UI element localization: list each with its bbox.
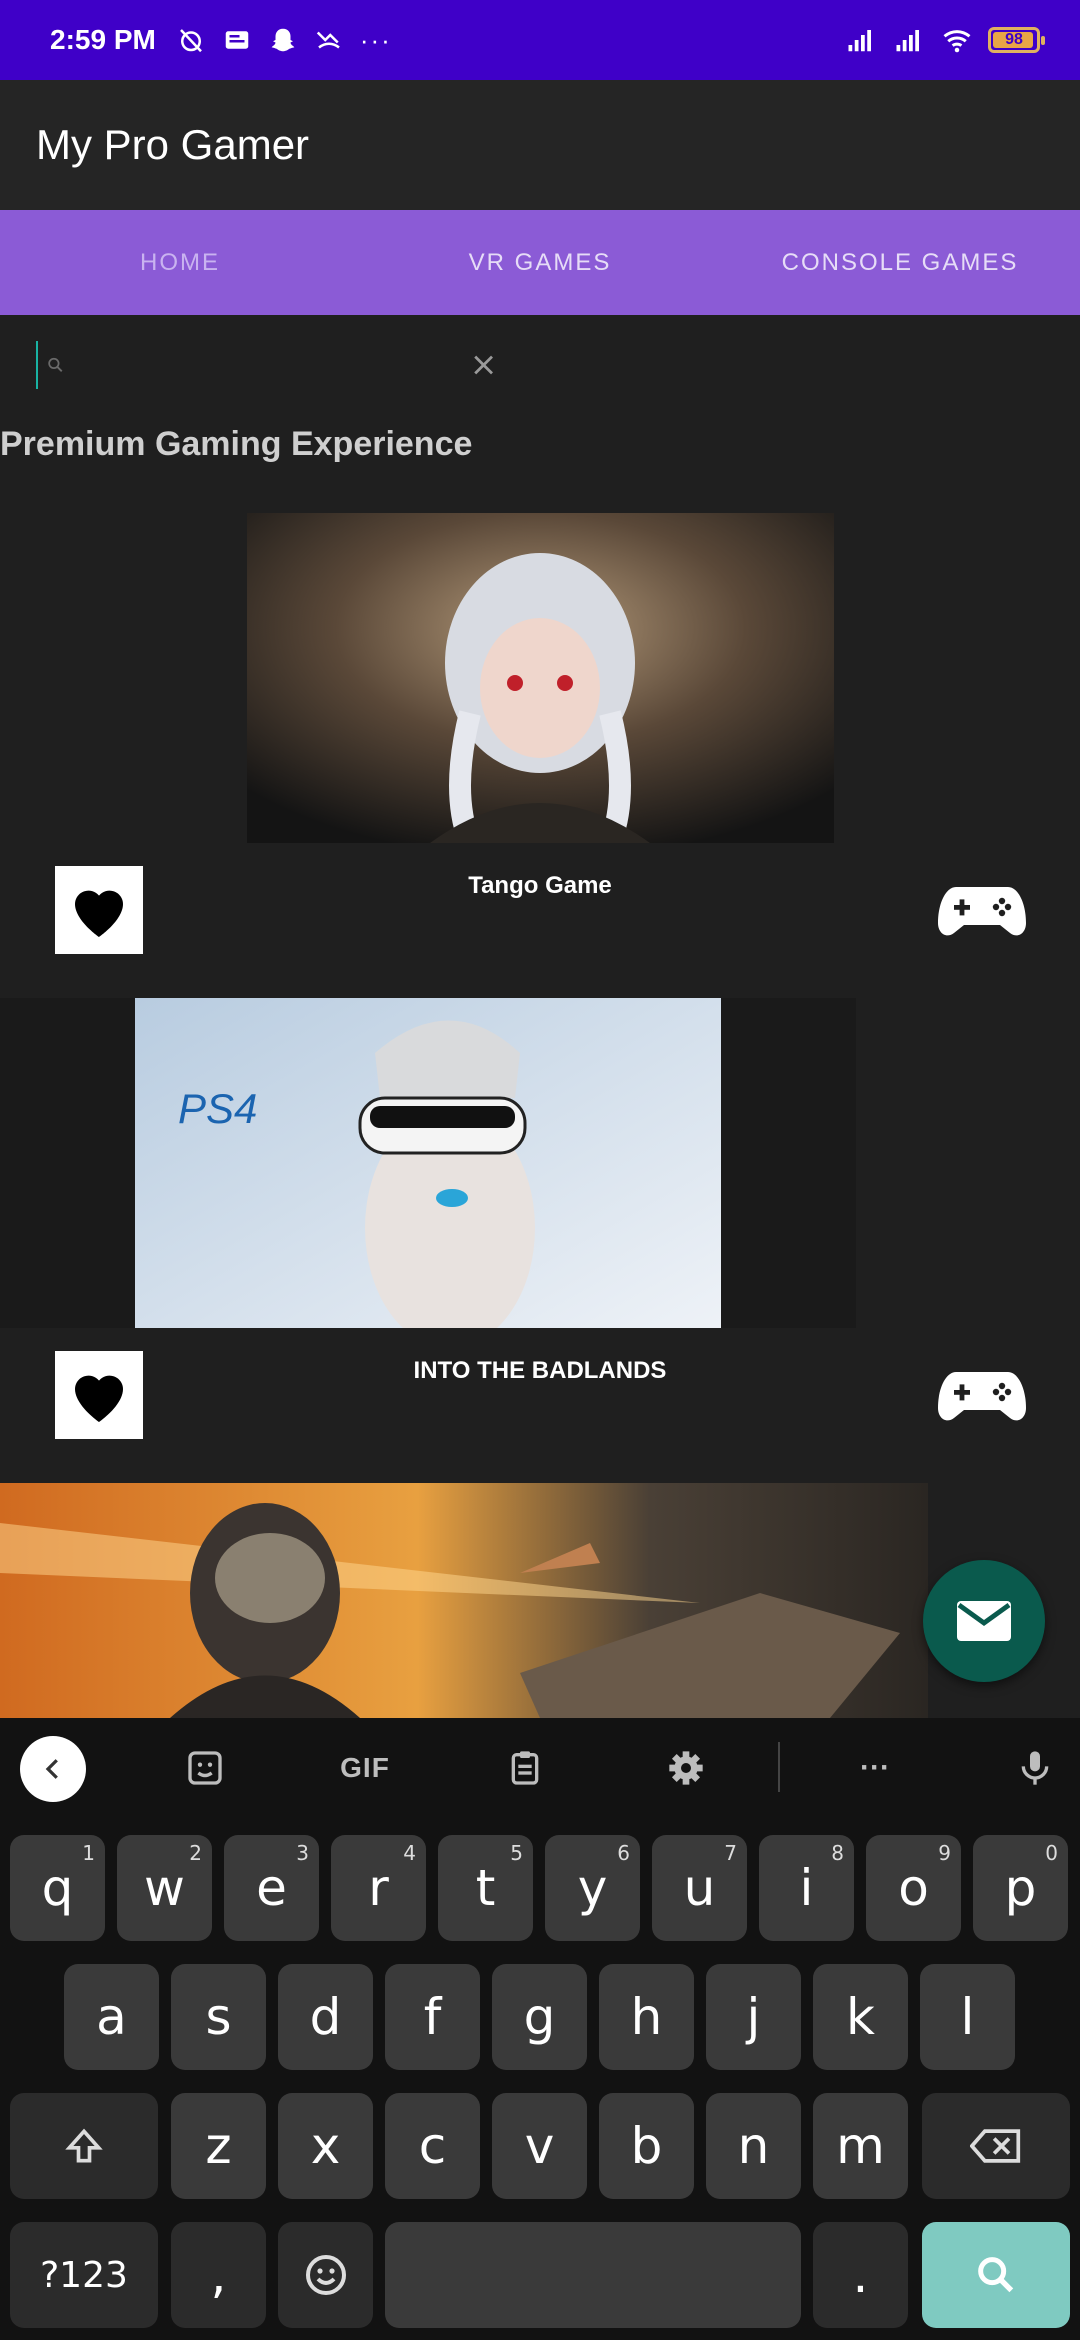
key-v[interactable]: v bbox=[492, 2093, 587, 2199]
space-key[interactable] bbox=[385, 2222, 801, 2328]
signal-icon bbox=[848, 30, 871, 52]
gear-icon bbox=[669, 1751, 703, 1785]
key-l[interactable]: l bbox=[920, 1964, 1015, 2070]
game-image-space[interactable] bbox=[0, 1483, 928, 1718]
key-e[interactable]: e3 bbox=[224, 1835, 319, 1941]
sticker-icon bbox=[188, 1751, 222, 1785]
tab-bar: HOME VR GAMES CONSOLE GAMES bbox=[0, 210, 1080, 315]
key-k[interactable]: k bbox=[813, 1964, 908, 2070]
game-card-tango: Tango Game bbox=[0, 850, 1080, 1000]
voice-input-button[interactable] bbox=[1015, 1748, 1055, 1788]
key-r[interactable]: r4 bbox=[331, 1835, 426, 1941]
more-options-button[interactable]: ··· bbox=[850, 1748, 900, 1788]
backspace-icon bbox=[970, 2129, 1021, 2163]
clipboard-icon bbox=[511, 1751, 539, 1785]
gif-label: GIF bbox=[340, 1752, 390, 1783]
game-title: INTO THE BADLANDS bbox=[413, 1357, 667, 1384]
game-image-badlands[interactable]: PS4 bbox=[0, 998, 1080, 1328]
emoji-icon bbox=[305, 2255, 346, 2295]
shift-icon bbox=[65, 2128, 103, 2163]
chevron-left-icon bbox=[45, 1759, 58, 1779]
search-bar bbox=[36, 335, 496, 395]
app-screen: 2:59 PM ··· 98 My Pro Gamer HOME VR GAME… bbox=[0, 0, 1080, 2340]
comma-key[interactable]: , bbox=[171, 2222, 266, 2328]
key-j[interactable]: j bbox=[706, 1964, 801, 2070]
key-t[interactable]: t5 bbox=[438, 1835, 533, 1941]
key-x[interactable]: x bbox=[278, 2093, 373, 2199]
key-g[interactable]: g bbox=[492, 1964, 587, 2070]
key-q[interactable]: q1 bbox=[10, 1835, 105, 1941]
search-icon bbox=[978, 2257, 1014, 2293]
key-i[interactable]: i8 bbox=[759, 1835, 854, 1941]
game-image-tango[interactable] bbox=[0, 513, 1080, 843]
search-input[interactable] bbox=[70, 348, 457, 382]
app-title: My Pro Gamer bbox=[36, 121, 310, 168]
key-h[interactable]: h bbox=[599, 1964, 694, 2070]
more-notifications: ··· bbox=[359, 24, 392, 55]
settings-button[interactable] bbox=[666, 1748, 706, 1788]
section-title: Premium Gaming Experience bbox=[0, 425, 473, 463]
key-z[interactable]: z bbox=[171, 2093, 266, 2199]
key-u[interactable]: u7 bbox=[652, 1835, 747, 1941]
keyboard-back-button[interactable] bbox=[20, 1736, 86, 1802]
gamepad-icon[interactable] bbox=[936, 880, 1028, 942]
tab-console-games[interactable]: CONSOLE GAMES bbox=[720, 210, 1080, 315]
status-bar: 2:59 PM ··· 98 bbox=[0, 0, 1080, 80]
mail-fab-button[interactable] bbox=[923, 1560, 1045, 1682]
gif-button[interactable]: GIF bbox=[330, 1748, 400, 1788]
status-time: 2:59 PM bbox=[50, 24, 156, 55]
missed-call-icon bbox=[316, 31, 340, 49]
key-f[interactable]: f bbox=[385, 1964, 480, 2070]
key-c[interactable]: c bbox=[385, 2093, 480, 2199]
news-icon bbox=[225, 31, 249, 49]
key-p[interactable]: p0 bbox=[973, 1835, 1068, 1941]
key-y[interactable]: y6 bbox=[545, 1835, 640, 1941]
wifi-icon bbox=[943, 30, 971, 53]
battery-icon: 98 bbox=[988, 27, 1045, 53]
key-n[interactable]: n bbox=[706, 2093, 801, 2199]
key-s[interactable]: s bbox=[171, 1964, 266, 2070]
symbols-key[interactable]: ?123 bbox=[10, 2222, 158, 2328]
sticker-button[interactable] bbox=[185, 1748, 225, 1788]
ps4-logo-text: PS4 bbox=[178, 1085, 257, 1132]
microphone-icon bbox=[1021, 1751, 1049, 1785]
game-card-badlands: INTO THE BADLANDS bbox=[0, 1335, 1080, 1485]
key-m[interactable]: m bbox=[813, 2093, 908, 2199]
alarm-off-icon bbox=[179, 29, 202, 53]
clipboard-button[interactable] bbox=[505, 1748, 545, 1788]
signal-icon-2 bbox=[896, 30, 919, 52]
system-icons: 98 bbox=[844, 25, 1045, 55]
battery-level: 98 bbox=[1005, 31, 1023, 48]
game-title: Tango Game bbox=[468, 872, 612, 899]
key-b[interactable]: b bbox=[599, 2093, 694, 2199]
tab-home[interactable]: HOME bbox=[0, 210, 360, 315]
soft-keyboard: GIF ··· q1 w2 e3 r4 t5 y6 u7 i8 o9 p0 a … bbox=[0, 1718, 1080, 2340]
gamepad-icon[interactable] bbox=[936, 1365, 1028, 1427]
search-action-key[interactable] bbox=[922, 2222, 1070, 2328]
period-key[interactable]: . bbox=[813, 2222, 908, 2328]
snapchat-icon bbox=[271, 28, 295, 52]
notification-icons: ··· bbox=[176, 25, 392, 56]
app-bar: My Pro Gamer bbox=[0, 80, 1080, 210]
key-d[interactable]: d bbox=[278, 1964, 373, 2070]
key-w[interactable]: w2 bbox=[117, 1835, 212, 1941]
emoji-key[interactable] bbox=[278, 2222, 373, 2328]
key-o[interactable]: o9 bbox=[866, 1835, 961, 1941]
toolbar-divider bbox=[778, 1742, 780, 1792]
search-icon bbox=[48, 357, 63, 372]
mail-icon bbox=[957, 1601, 1011, 1641]
shift-key[interactable] bbox=[10, 2093, 158, 2199]
clear-search-icon[interactable] bbox=[471, 345, 496, 385]
backspace-key[interactable] bbox=[922, 2093, 1070, 2199]
more-options-label: ··· bbox=[860, 1751, 890, 1784]
key-a[interactable]: a bbox=[64, 1964, 159, 2070]
text-cursor bbox=[36, 341, 38, 389]
tab-vr-games[interactable]: VR GAMES bbox=[360, 210, 720, 315]
